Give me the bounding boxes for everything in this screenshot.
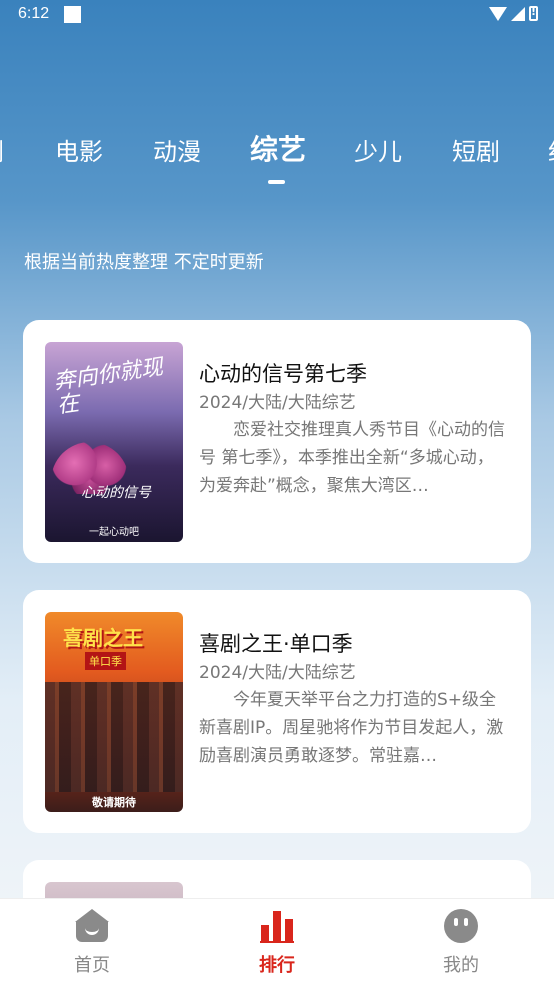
nav-profile-label: 我的 xyxy=(443,955,479,976)
show-poster[interactable]: 喜剧之王 单口季 敬请期待 xyxy=(45,612,183,812)
show-meta: 2024/大陆/大陆综艺 xyxy=(199,393,356,413)
wifi-icon xyxy=(489,6,507,21)
poster-headline: 喜剧之王 xyxy=(63,626,143,650)
show-meta: 2024/大陆/大陆综艺 xyxy=(199,663,356,683)
show-title: 喜剧之王·单口季 xyxy=(199,632,353,656)
tab-movie[interactable]: 电影 xyxy=(55,132,103,167)
nav-home-label: 首页 xyxy=(74,955,110,976)
tab-variety[interactable]: 综艺 xyxy=(250,128,306,168)
poster-footer: 敬请期待 xyxy=(92,796,136,809)
poster-headline: 奔向你就现在 xyxy=(52,354,165,419)
tab-drama[interactable]: 剧 xyxy=(0,132,4,167)
ranking-subtitle: 根据当前热度整理 不定时更新 xyxy=(24,252,264,273)
show-title: 心动的信号第七季 xyxy=(199,362,367,386)
signal-icon xyxy=(511,6,525,21)
bottom-navigation: 首页 排行 我的 xyxy=(0,898,554,984)
show-card[interactable]: 奔向你就现在 心动的信号 一起心动吧 心动的信号第七季 2024/大陆/大陆综艺… xyxy=(23,320,531,563)
status-icons xyxy=(489,5,538,21)
tab-documentary[interactable]: 纪 xyxy=(548,132,554,167)
status-time: 6:12 xyxy=(18,5,50,22)
show-card[interactable]: 喜剧之王 单口季 敬请期待 喜剧之王·单口季 2024/大陆/大陆综艺 今年夏天… xyxy=(23,590,531,833)
street-graphic xyxy=(45,682,183,792)
tab-kids[interactable]: 少儿 xyxy=(354,132,402,167)
nav-ranking[interactable]: 排行 xyxy=(227,909,327,977)
show-description: 今年夏天举平台之力打造的S+级全新喜剧IP。周星驰将作为节目发起人，激励喜剧演员… xyxy=(199,690,504,766)
poster-subtitle: 单口季 xyxy=(85,652,126,670)
active-tab-indicator xyxy=(268,180,285,184)
poster-logo: 心动的信号 xyxy=(81,485,151,501)
profile-icon xyxy=(444,909,478,943)
nav-ranking-label: 排行 xyxy=(259,955,295,976)
show-description: 恋爱社交推理真人秀节目《心动的信号 第七季》，本季推出全新“多城心动，为爱奔赴”… xyxy=(199,420,505,496)
tab-short-drama[interactable]: 短剧 xyxy=(452,132,500,167)
notification-icon xyxy=(64,6,81,23)
show-poster[interactable]: 奔向你就现在 心动的信号 一起心动吧 xyxy=(45,342,183,542)
home-icon xyxy=(75,909,109,943)
poster-footer: 一起心动吧 xyxy=(89,527,139,538)
nav-home[interactable]: 首页 xyxy=(42,909,142,977)
battery-icon xyxy=(529,5,538,21)
status-bar: 6:12 xyxy=(0,0,554,32)
tab-anime[interactable]: 动漫 xyxy=(153,132,201,167)
category-tabs: 剧 电影 动漫 综艺 少儿 短剧 纪 xyxy=(0,132,554,192)
bar-chart-icon xyxy=(260,909,294,943)
nav-profile[interactable]: 我的 xyxy=(411,909,511,977)
